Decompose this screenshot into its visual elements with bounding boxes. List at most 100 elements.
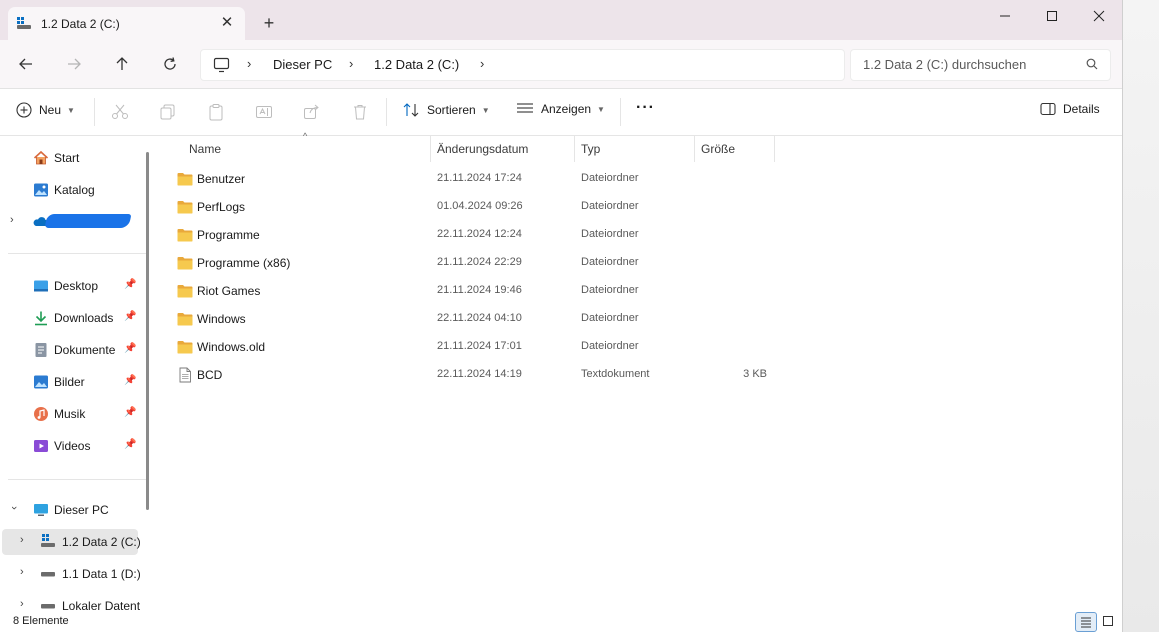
new-tab-button[interactable]: + (258, 13, 280, 33)
delete-button[interactable] (351, 103, 369, 124)
chevron-right-icon[interactable]: › (20, 566, 24, 578)
file-row[interactable]: BCD 22.11.2024 14:19 Textdokument 3 KB (169, 362, 769, 388)
forward-button[interactable] (62, 53, 86, 75)
file-row[interactable]: Programme (x86) 21.11.2024 22:29 Dateior… (169, 250, 769, 276)
details-pane-button[interactable]: Details (1040, 102, 1100, 116)
back-button[interactable] (14, 53, 38, 75)
new-button[interactable]: Neu ▼ (16, 102, 75, 118)
sort-button[interactable]: Sortieren ▼ (402, 102, 490, 118)
rename-button[interactable] (255, 103, 273, 124)
file-row[interactable]: PerfLogs 01.04.2024 09:26 Dateiordner (169, 194, 769, 220)
column-divider[interactable] (774, 136, 775, 162)
pin-icon[interactable]: 📌 (124, 375, 136, 386)
search-box[interactable]: 1.2 Data 2 (C:) durchsuchen (850, 49, 1111, 81)
column-header-size[interactable]: Größe (701, 142, 735, 156)
view-button[interactable]: Anzeigen ▼ (516, 102, 605, 116)
sidebar-item-videos[interactable]: Videos 📌 (0, 433, 140, 459)
column-divider[interactable] (574, 136, 575, 162)
trash-icon (354, 105, 366, 120)
chevron-right-icon[interactable]: › (20, 534, 24, 546)
sidebar-item-pictures[interactable]: Bilder 📌 (0, 369, 140, 395)
pin-icon[interactable]: 📌 (124, 279, 136, 290)
share-icon (304, 104, 319, 119)
breadcrumb-this-pc[interactable]: Dieser PC (273, 57, 332, 72)
share-button[interactable] (303, 103, 321, 124)
pin-icon[interactable]: 📌 (124, 311, 136, 322)
file-date: 01.04.2024 09:26 (437, 200, 523, 212)
tab-active[interactable]: 1.2 Data 2 (C:) ✕ (8, 7, 245, 40)
column-header-type[interactable]: Typ (581, 142, 600, 156)
sidebar-item-downloads[interactable]: Downloads 📌 (0, 305, 140, 331)
chevron-down-icon[interactable]: › (8, 506, 20, 510)
pin-icon[interactable]: 📌 (124, 343, 136, 354)
chevron-right-icon[interactable]: › (349, 56, 353, 71)
folder-icon (177, 201, 193, 214)
sidebar-item-desktop[interactable]: Desktop 📌 (0, 273, 140, 299)
sidebar-item-label: Dieser PC (54, 503, 109, 517)
column-header-date[interactable]: Änderungsdatum (437, 142, 528, 156)
file-name: Riot Games (197, 284, 261, 298)
column-header-name[interactable]: Name (189, 142, 221, 156)
pin-icon[interactable]: 📌 (124, 439, 136, 450)
sidebar-item-label: Lokaler Datent (62, 599, 141, 610)
desktop-icon (34, 280, 48, 292)
search-placeholder[interactable]: 1.2 Data 2 (C:) durchsuchen (863, 57, 1026, 72)
refresh-button[interactable] (158, 53, 182, 75)
maximize-button[interactable] (1032, 5, 1072, 27)
pin-icon[interactable]: 📌 (124, 407, 136, 418)
chevron-right-icon[interactable]: › (20, 598, 24, 610)
scissors-icon (112, 104, 128, 119)
minimize-button[interactable] (985, 5, 1025, 27)
tab-close-button[interactable]: ✕ (217, 13, 237, 33)
up-button[interactable] (110, 53, 134, 75)
desktop-background (1123, 0, 1159, 632)
drive-icon (41, 604, 55, 609)
sidebar-item-gallery[interactable]: Katalog (0, 177, 140, 203)
sidebar-item-this-pc[interactable]: › Dieser PC (0, 497, 140, 523)
sidebar-item-onedrive[interactable]: › (0, 209, 140, 235)
file-date: 21.11.2024 22:29 (437, 256, 522, 268)
sidebar-item-drive-d[interactable]: › 1.1 Data 1 (D:) (0, 561, 141, 587)
close-window-button[interactable] (1079, 5, 1119, 27)
chevron-right-icon[interactable]: › (480, 56, 484, 71)
details-view-button[interactable] (1075, 612, 1097, 632)
paste-button[interactable] (207, 103, 225, 124)
file-row[interactable]: Riot Games 21.11.2024 19:46 Dateiordner (169, 278, 769, 304)
file-name: Programme (x86) (197, 256, 291, 270)
computer-icon (213, 57, 230, 73)
file-row[interactable]: Windows 22.11.2024 04:10 Dateiordner (169, 306, 769, 332)
sort-label: Sortieren (427, 103, 476, 117)
sidebar-item-drive-c[interactable]: › 1.2 Data 2 (C:) (2, 529, 141, 555)
cut-button[interactable] (111, 103, 129, 124)
folder-icon (177, 173, 193, 186)
file-type: Dateiordner (581, 172, 639, 184)
file-name: Programme (197, 228, 260, 242)
chevron-right-icon[interactable]: › (247, 56, 251, 71)
tiles-view-button[interactable] (1098, 612, 1118, 630)
search-icon (1086, 58, 1098, 70)
sidebar-item-start[interactable]: Start (0, 145, 140, 171)
copy-button[interactable] (159, 103, 177, 124)
clipboard-icon (209, 104, 223, 121)
column-divider[interactable] (430, 136, 431, 162)
file-row[interactable]: Programme 22.11.2024 12:24 Dateiordner (169, 222, 769, 248)
address-bar[interactable]: › Dieser PC › 1.2 Data 2 (C:) › (200, 49, 845, 81)
file-date: 21.11.2024 17:24 (437, 172, 522, 184)
file-row[interactable]: Benutzer 21.11.2024 17:24 Dateiordner (169, 166, 769, 192)
arrow-right-icon (68, 58, 81, 70)
sidebar-item-documents[interactable]: Dokumente 📌 (0, 337, 140, 363)
view-list-icon (517, 103, 533, 113)
more-options-button[interactable]: ··· (636, 99, 655, 117)
gallery-icon (34, 183, 48, 197)
details-pane-icon (1040, 102, 1056, 116)
file-row[interactable]: Windows.old 21.11.2024 17:01 Dateiordner (169, 334, 769, 360)
column-divider[interactable] (694, 136, 695, 162)
file-explorer-window: 1.2 Data 2 (C:) ✕ + › Dieser PC › 1.2 Da… (0, 0, 1123, 632)
file-name: Windows (197, 312, 246, 326)
sidebar-item-music[interactable]: Musik 📌 (0, 401, 140, 427)
sidebar-scrollbar[interactable] (146, 152, 149, 510)
sidebar-item-local-drive[interactable]: › Lokaler Datent (0, 593, 140, 610)
breadcrumb-drive-c[interactable]: 1.2 Data 2 (C:) (374, 57, 459, 72)
file-type: Textdokument (581, 368, 650, 380)
chevron-right-icon[interactable]: › (10, 214, 14, 226)
